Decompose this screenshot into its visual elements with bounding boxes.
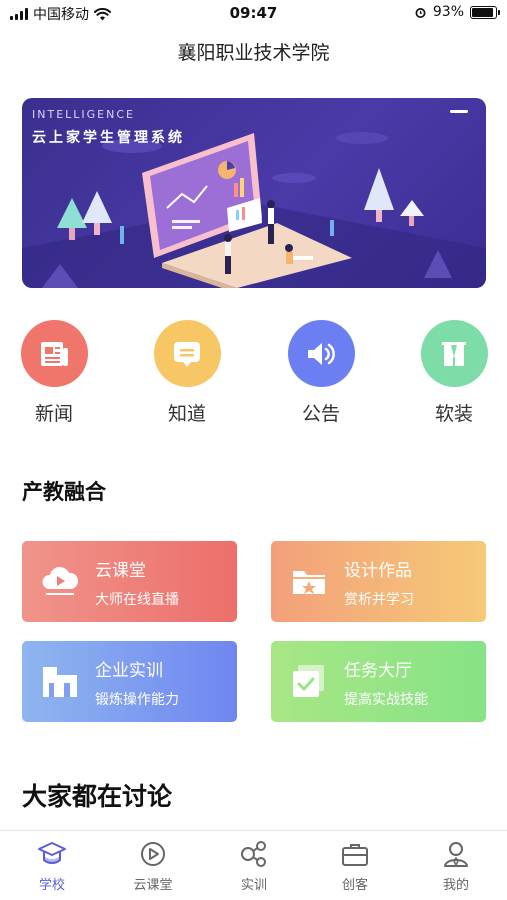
- quick-link-label: 公告: [301, 403, 340, 425]
- alarm-icon: [415, 7, 426, 18]
- tab-label: 创客: [341, 878, 368, 893]
- user-icon: [444, 842, 468, 867]
- play-circle-icon: [141, 842, 165, 866]
- status-right: 93%: [414, 4, 500, 20]
- tab-label: 云课堂: [133, 878, 173, 893]
- battery-percent: 93%: [432, 4, 464, 20]
- folder-star-icon: [293, 571, 325, 594]
- quick-link-label: 新闻: [34, 403, 73, 425]
- carousel-indicator: [450, 110, 468, 113]
- share-nodes-icon: [241, 841, 266, 867]
- tab-label: 学校: [38, 878, 65, 893]
- tab-cloud-classroom[interactable]: 云课堂: [113, 839, 193, 893]
- quick-link-news[interactable]: 新闻: [4, 320, 104, 426]
- building-icon: [43, 667, 77, 697]
- card-title: 设计作品: [344, 561, 412, 581]
- banner-tag: INTELLIGENCE: [32, 108, 135, 121]
- page-title: 襄阳职业技术学院: [177, 42, 330, 64]
- speaker-icon: [308, 342, 335, 365]
- quick-link-circle: [420, 320, 488, 387]
- quick-link-label: 知道: [167, 403, 206, 425]
- section-title-industry: 产教融合: [22, 480, 106, 504]
- newspaper-icon: [41, 341, 68, 366]
- quick-link-zhidao[interactable]: 知道: [137, 320, 237, 426]
- quick-link-circle: [20, 320, 88, 387]
- task-check-icon: [293, 665, 324, 697]
- card-subtitle: 大师在线直播: [95, 592, 179, 608]
- tab-training[interactable]: 实训: [214, 839, 294, 893]
- card-cloud-classroom[interactable]: 云课堂 大师在线直播: [22, 541, 237, 622]
- message-icon: [174, 341, 200, 367]
- status-bar: 中国移动 09:47 93%: [0, 0, 507, 28]
- tab-bar: 学校 云课堂 实训 创客 我的: [0, 830, 507, 900]
- quick-link-label: 软装: [434, 403, 473, 425]
- section-title-discussion: 大家都在讨论: [22, 782, 173, 811]
- quick-link-circle: [287, 320, 355, 387]
- card-task-hall[interactable]: 任务大厅 提高实战技能: [271, 641, 486, 722]
- card-subtitle: 提高实战技能: [344, 692, 428, 708]
- card-design-works[interactable]: 设计作品 赏析并学习: [271, 541, 486, 622]
- card-title: 任务大厅: [344, 661, 412, 681]
- tab-label: 实训: [240, 878, 267, 893]
- quick-links: 新闻 知道 公告 软装: [0, 320, 507, 430]
- tab-school[interactable]: 学校: [12, 839, 92, 893]
- card-subtitle: 锻炼操作能力: [95, 692, 179, 708]
- briefcase-icon: [342, 844, 368, 866]
- banner-title: 云上家学生管理系统: [32, 130, 185, 146]
- banner[interactable]: INTELLIGENCE 云上家学生管理系统: [22, 98, 486, 288]
- battery-icon: [470, 5, 500, 19]
- graduation-cap-icon: [38, 842, 66, 864]
- card-title: 企业实训: [95, 661, 163, 681]
- tab-label: 我的: [442, 878, 469, 893]
- window-icon: [442, 341, 466, 366]
- card-subtitle: 赏析并学习: [344, 592, 414, 608]
- cloud-play-icon: [42, 566, 79, 595]
- tab-mine[interactable]: 我的: [416, 839, 496, 893]
- quick-link-circle: [153, 320, 221, 387]
- tab-maker[interactable]: 创客: [315, 839, 395, 893]
- quick-link-decoration[interactable]: 软装: [404, 320, 504, 426]
- card-title: 云课堂: [95, 561, 146, 581]
- quick-link-announcement[interactable]: 公告: [271, 320, 371, 426]
- card-enterprise-training[interactable]: 企业实训 锻炼操作能力: [22, 641, 237, 722]
